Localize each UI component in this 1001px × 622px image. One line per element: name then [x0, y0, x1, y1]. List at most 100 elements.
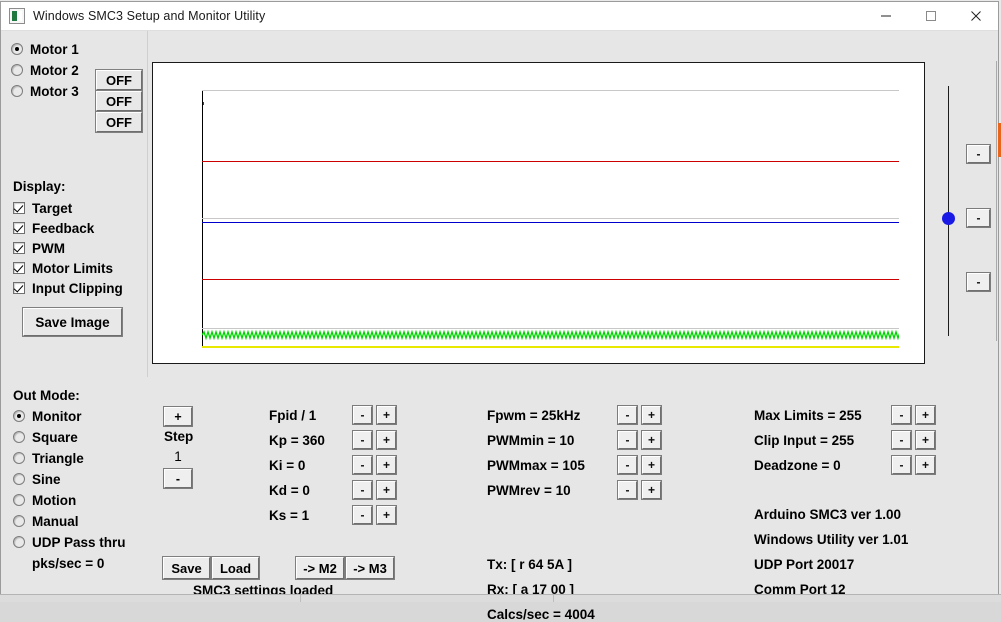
copy-to-motor2-button[interactable]: -> M2	[296, 557, 344, 579]
arduino-version-text: Arduino SMC3 ver 1.00	[754, 507, 901, 522]
udp-port-text: UDP Port 20017	[754, 557, 854, 572]
motor-radio-row-2[interactable]: Motor 2	[11, 60, 79, 80]
radio-icon-manual[interactable]	[13, 515, 25, 527]
clip-input-increment-button[interactable]: +	[916, 431, 935, 449]
fpwm-decrement-button[interactable]: -	[618, 406, 637, 424]
deadzone-increment-button[interactable]: +	[916, 456, 935, 474]
motor-radio-row-1[interactable]: Motor 1	[11, 39, 79, 59]
param-label-pwmrev: PWMrev = 10	[487, 483, 617, 498]
param-label-pwmmin: PWMmin = 10	[487, 433, 617, 448]
out-mode-row-monitor[interactable]: Monitor	[13, 406, 126, 426]
param-row-pwmrev: PWMrev = 10	[487, 480, 617, 500]
pwmrev-increment-button[interactable]: +	[642, 481, 661, 499]
slider-track[interactable]	[948, 86, 949, 336]
out-mode-row-udp[interactable]: UDP Pass thru	[13, 532, 126, 552]
app-icon	[9, 8, 25, 24]
minimize-button[interactable]	[863, 2, 908, 30]
save-settings-button[interactable]: Save	[163, 557, 210, 579]
pwmmin-decrement-button[interactable]: -	[618, 431, 637, 449]
fpid-decrement-button[interactable]: -	[353, 406, 372, 424]
checkbox-icon-feedback[interactable]	[13, 222, 25, 234]
radio-icon-triangle[interactable]	[13, 452, 25, 464]
step-increment-button[interactable]: +	[164, 407, 192, 426]
checkbox-icon-motor-limits[interactable]	[13, 262, 25, 274]
ks-decrement-button[interactable]: -	[353, 506, 372, 524]
display-label-pwm: PWM	[32, 241, 65, 256]
slider-thumb[interactable]	[942, 212, 955, 225]
right-edge-rail	[996, 61, 997, 341]
fpwm-increment-button[interactable]: +	[642, 406, 661, 424]
motor-radio-row-3[interactable]: Motor 3	[11, 81, 79, 101]
radio-icon-motor-3[interactable]	[11, 85, 23, 97]
side-minus-button-1[interactable]: -	[967, 145, 990, 163]
ki-increment-button[interactable]: +	[377, 456, 396, 474]
ks-increment-button[interactable]: +	[377, 506, 396, 524]
display-checkbox-row-motor-limits[interactable]: Motor Limits	[13, 258, 123, 278]
deadzone-decrement-button[interactable]: -	[892, 456, 911, 474]
side-minus-button-3[interactable]: -	[967, 273, 990, 291]
param-buttons-fpwm: - +	[618, 406, 661, 424]
param-buttons-pwmrev: - +	[618, 481, 661, 499]
motor-state-button-1[interactable]: OFF	[96, 70, 142, 90]
window-title: Windows SMC3 Setup and Monitor Utility	[33, 9, 265, 23]
radio-icon-motor-1[interactable]	[11, 43, 23, 55]
out-mode-label-monitor: Monitor	[32, 409, 82, 424]
pwmmax-increment-button[interactable]: +	[642, 456, 661, 474]
checkbox-icon-pwm[interactable]	[13, 242, 25, 254]
radio-icon-sine[interactable]	[13, 473, 25, 485]
display-checkbox-row-pwm[interactable]: PWM	[13, 238, 123, 258]
param-buttons-ks: - +	[353, 506, 396, 524]
kd-increment-button[interactable]: +	[377, 481, 396, 499]
copy-to-motor3-button[interactable]: -> M3	[346, 557, 394, 579]
step-decrement-button[interactable]: -	[164, 469, 192, 488]
pwmmax-decrement-button[interactable]: -	[618, 456, 637, 474]
out-mode-row-sine[interactable]: Sine	[13, 469, 126, 489]
radio-icon-motor-2[interactable]	[11, 64, 23, 76]
radio-icon-udp-pass-thru[interactable]	[13, 536, 25, 548]
graph-panel[interactable]	[152, 62, 925, 364]
motor-label-1: Motor 1	[30, 42, 79, 57]
param-label-pwmmax: PWMmax = 105	[487, 458, 617, 473]
kp-decrement-button[interactable]: -	[353, 431, 372, 449]
radio-icon-monitor[interactable]	[13, 410, 25, 422]
save-image-button[interactable]: Save Image	[23, 308, 122, 336]
out-mode-row-square[interactable]: Square	[13, 427, 126, 447]
out-mode-row-triangle[interactable]: Triangle	[13, 448, 126, 468]
pwmrev-decrement-button[interactable]: -	[618, 481, 637, 499]
param-label-max-limits: Max Limits = 255	[754, 408, 894, 423]
max-limits-decrement-button[interactable]: -	[892, 406, 911, 424]
radio-icon-motion[interactable]	[13, 494, 25, 506]
display-options-group: Display: Target Feedback PWM Motor Limit…	[13, 179, 123, 298]
maximize-button[interactable]	[908, 2, 953, 30]
utility-version-text: Windows Utility ver 1.01	[754, 532, 908, 547]
motor-state-button-2[interactable]: OFF	[96, 91, 142, 111]
title-bar[interactable]: Windows SMC3 Setup and Monitor Utility	[1, 2, 998, 31]
side-minus-button-2[interactable]: -	[967, 209, 990, 227]
pwmmin-increment-button[interactable]: +	[642, 431, 661, 449]
checkbox-icon-input-clipping[interactable]	[13, 282, 25, 294]
out-mode-label-udp-pass-thru: UDP Pass thru	[32, 535, 126, 550]
out-mode-row-motion[interactable]: Motion	[13, 490, 126, 510]
kp-increment-button[interactable]: +	[377, 431, 396, 449]
max-limits-increment-button[interactable]: +	[916, 406, 935, 424]
load-settings-button[interactable]: Load	[212, 557, 259, 579]
param-row-pwmmin: PWMmin = 10	[487, 430, 617, 450]
vertical-position-slider[interactable]	[929, 86, 969, 336]
clip-input-decrement-button[interactable]: -	[892, 431, 911, 449]
ki-decrement-button[interactable]: -	[353, 456, 372, 474]
kd-decrement-button[interactable]: -	[353, 481, 372, 499]
checkbox-icon-target[interactable]	[13, 202, 25, 214]
display-checkbox-row-input-clipping[interactable]: Input Clipping	[13, 278, 123, 298]
motor-state-button-3[interactable]: OFF	[96, 112, 142, 132]
fpid-increment-button[interactable]: +	[377, 406, 396, 424]
out-mode-row-manual[interactable]: Manual	[13, 511, 126, 531]
display-checkbox-row-target[interactable]: Target	[13, 198, 123, 218]
param-label-clip-input: Clip Input = 255	[754, 433, 894, 448]
close-button[interactable]	[953, 2, 998, 30]
display-checkbox-row-feedback[interactable]: Feedback	[13, 218, 123, 238]
plot-area	[202, 90, 899, 348]
display-label-input-clipping: Input Clipping	[32, 281, 123, 296]
radio-icon-square[interactable]	[13, 431, 25, 443]
app-window: Windows SMC3 Setup and Monitor Utility M…	[0, 1, 999, 594]
motor-state-buttons: OFF OFF OFF	[96, 70, 142, 133]
